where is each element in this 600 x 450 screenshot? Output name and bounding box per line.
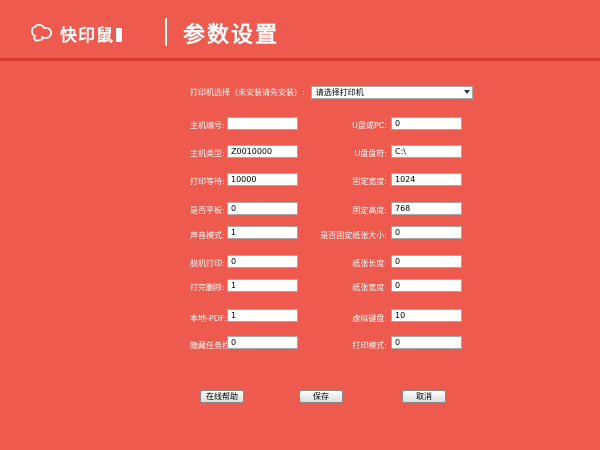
fixed-height-label: 固定高度:: [352, 206, 387, 215]
usb-or-pc-label: U盘或PC:: [352, 121, 387, 130]
usb-drive-letter-label: U盘盘符:: [354, 149, 387, 158]
printer-select-dropdown[interactable]: 请选择打印机: [310, 86, 473, 99]
paper-width-input[interactable]: [391, 279, 462, 292]
delete-after-print-label: 打完删除:: [190, 283, 225, 292]
chevron-down-icon[interactable]: [463, 90, 470, 94]
fixed-width-label: 固定宽度:: [352, 177, 387, 186]
host-type-label: 主机类型:: [190, 149, 225, 158]
printer-select-value: 请选择打印机: [315, 88, 364, 97]
virtual-keyboard-label: 虚拟键盘:: [352, 314, 387, 323]
fixed-height-input[interactable]: [391, 202, 462, 215]
fixed-paper-size-label: 是否固定纸张大小:: [320, 231, 387, 240]
brand-tag-mark: [116, 28, 122, 42]
mouse-logo-icon: [31, 23, 53, 42]
paper-length-input[interactable]: [391, 255, 462, 268]
paper-width-label: 纸张宽度:: [352, 283, 387, 292]
paper-length-label: 纸张长度:: [352, 259, 387, 268]
host-id-label: 主机编号:: [190, 121, 225, 130]
cancel-button[interactable]: 取消: [402, 390, 446, 403]
is-tablet-label: 是否平板:: [190, 206, 225, 215]
virtual-keyboard-input[interactable]: [391, 309, 462, 322]
local-pdf-label: 本地-PDF:: [190, 314, 227, 323]
usb-drive-letter-input[interactable]: [391, 145, 462, 158]
save-button[interactable]: 保存: [299, 390, 343, 403]
fixed-paper-size-input[interactable]: [391, 226, 462, 239]
brand-name: 快印鼠: [60, 25, 114, 46]
print-mode-label: 打印模式:: [352, 341, 387, 350]
title-divider: [165, 18, 167, 46]
print-mode-input[interactable]: [391, 336, 462, 349]
usb-or-pc-input[interactable]: [391, 117, 462, 130]
printer-select-label: 打印机选择（未安装请先安装）:: [190, 88, 305, 97]
offline-print-label: 脱机打印:: [190, 259, 225, 268]
printer-select-row: 打印机选择（未安装请先安装）: 请选择打印机: [190, 86, 473, 99]
fixed-width-input[interactable]: [391, 173, 462, 186]
sound-mode-label: 声音模式:: [190, 231, 225, 240]
print-wait-label: 打印等待:: [190, 177, 225, 186]
page-title: 参数设置: [183, 23, 280, 48]
header-rule: [0, 58, 600, 61]
app-logo: 快印鼠: [30, 18, 122, 48]
header: 快印鼠 参数设置: [0, 0, 600, 62]
online-help-button[interactable]: 在线帮助: [200, 390, 244, 403]
